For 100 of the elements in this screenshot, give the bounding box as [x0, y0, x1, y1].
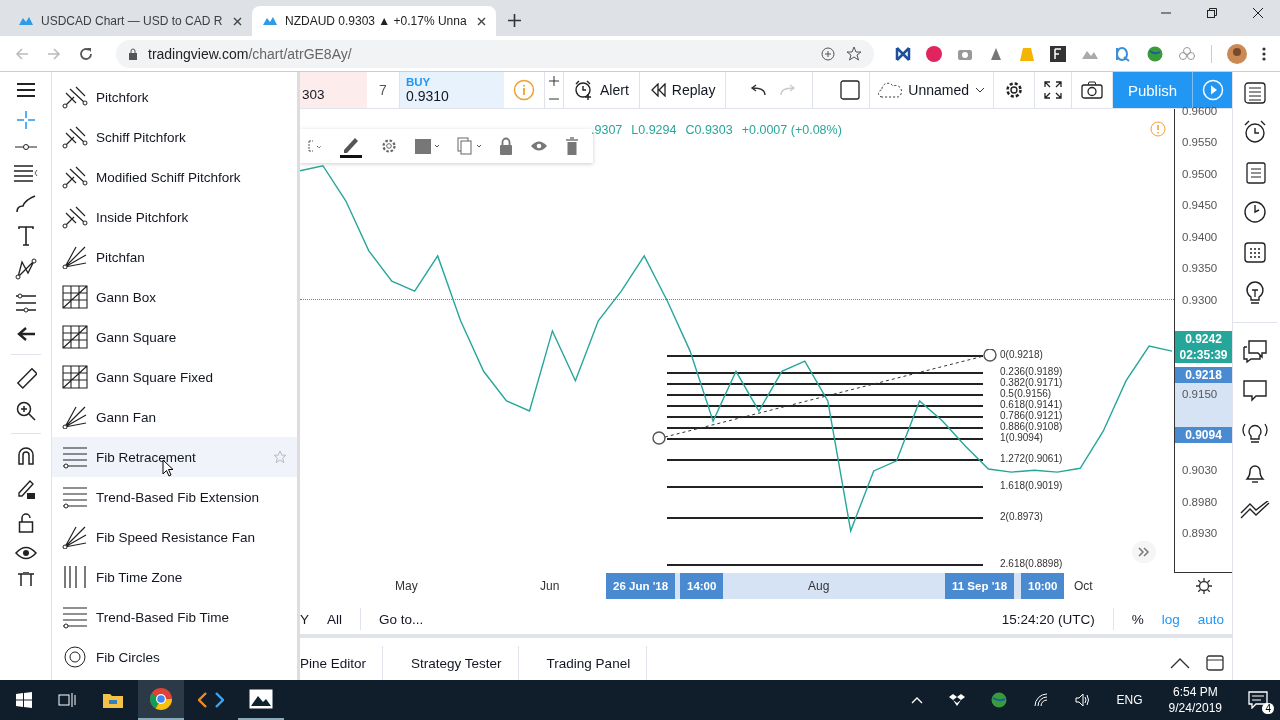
code-editor-icon[interactable]: [198, 691, 224, 709]
time-axis-label: Oct: [1074, 579, 1093, 593]
wifi-icon[interactable]: [1032, 693, 1049, 707]
globe-icon[interactable]: [990, 692, 1007, 708]
scroll-right-button[interactable]: [1132, 541, 1156, 563]
brush-icon[interactable]: [14, 194, 37, 214]
replay-button[interactable]: Replay: [639, 72, 727, 108]
time-axis-label: Aug: [808, 579, 830, 593]
menu-item[interactable]: Pitchfan: [52, 237, 297, 277]
lightbulb-icon[interactable]: [1245, 280, 1265, 306]
language-indicator[interactable]: ENG: [1116, 693, 1143, 707]
document-list-icon[interactable]: [1243, 160, 1267, 184]
plus-icon[interactable]: [549, 76, 559, 86]
folder-icon[interactable]: [102, 691, 124, 709]
chat-icon[interactable]: [1242, 379, 1268, 403]
percent-toggle[interactable]: %: [1131, 611, 1144, 627]
eye-icon[interactable]: [14, 546, 37, 560]
range-option[interactable]: All: [327, 611, 343, 627]
star-icon[interactable]: [846, 45, 862, 62]
pencil-lock-icon[interactable]: [15, 478, 36, 500]
copy-icon[interactable]: [456, 137, 483, 155]
menu-item[interactable]: Modified Schiff Pitchfork: [52, 157, 297, 197]
text-icon[interactable]: [16, 226, 35, 246]
menu-item[interactable]: Trend-Based Fib Time: [52, 597, 297, 637]
menu-item[interactable]: Fib Time Zone: [52, 557, 297, 597]
clock-icon[interactable]: [1243, 200, 1267, 224]
menu-item[interactable]: Gann Fan: [52, 397, 297, 437]
fib-level-label: 1.272(0.9061): [1000, 454, 1063, 464]
star-icon[interactable]: [273, 450, 287, 464]
menu-item[interactable]: Fib Circles: [52, 637, 297, 677]
globe-icon[interactable]: [1147, 45, 1163, 62]
ohlc-value: C0.9303: [685, 123, 733, 137]
play-button[interactable]: [1192, 72, 1232, 108]
sell-price[interactable]: 303: [300, 72, 367, 108]
time-axis-label: 10:00: [1021, 573, 1065, 599]
extension-icon[interactable]: [895, 45, 911, 62]
chevron-up-icon[interactable]: [1170, 657, 1190, 669]
alert-button[interactable]: Alert: [564, 72, 640, 108]
magnet-icon[interactable]: [15, 446, 36, 466]
task-view-icon[interactable]: [58, 692, 76, 708]
pattern-icon[interactable]: [14, 258, 37, 280]
calendar-icon[interactable]: [1243, 240, 1267, 264]
fullscreen-icon[interactable]: [1044, 81, 1062, 99]
menu-item[interactable]: Gann Square: [52, 317, 297, 357]
fib-level-line[interactable]: [667, 405, 983, 407]
maximize-icon[interactable]: [1206, 655, 1224, 671]
browser-tab-background[interactable]: USDCAD Chart — USD to CAD R: [8, 6, 252, 36]
speaker-icon[interactable]: [1074, 693, 1091, 707]
grid-icon: [62, 285, 88, 309]
undo-icon[interactable]: [750, 84, 767, 96]
browser-tab-background[interactable]: NZDAUD 0.9303 ▲ +0.17% Unna: [252, 6, 496, 36]
menu-item[interactable]: Gann Box: [52, 277, 297, 317]
buy-button[interactable]: BUY 0.9310: [400, 72, 504, 108]
square-icon[interactable]: [840, 80, 861, 100]
list-icon[interactable]: [1244, 82, 1266, 104]
camera-icon[interactable]: [1081, 81, 1103, 99]
fib-trend-line[interactable]: [652, 349, 997, 445]
alarm-clock-icon[interactable]: [1243, 120, 1267, 144]
lock-icon[interactable]: [17, 512, 34, 534]
menu-item[interactable]: Pitchfork: [52, 77, 297, 117]
restore-icon[interactable]: [1206, 7, 1218, 19]
reload-icon[interactable]: [78, 45, 94, 62]
close-icon[interactable]: [233, 16, 242, 26]
windows-start-icon[interactable]: [16, 692, 32, 708]
extension-icon[interactable]: [1050, 45, 1066, 62]
clock[interactable]: 6:54 PM 9/24/2019: [1168, 685, 1222, 715]
chat-bubbles-icon[interactable]: [1242, 339, 1268, 363]
menu-item[interactable]: Fib Speed Resistance Fan: [52, 517, 297, 557]
settings-icon[interactable]: [1003, 79, 1025, 101]
more-icon[interactable]: [1262, 45, 1266, 62]
menu-item[interactable]: Gann Square Fixed: [52, 357, 297, 397]
close-icon[interactable]: [477, 16, 486, 26]
chart-lines-icon[interactable]: [1240, 501, 1270, 521]
forecast-icon[interactable]: [13, 292, 38, 314]
fib-level-label: 0.618(0.9141): [1000, 400, 1063, 410]
menu-item[interactable]: Schiff Pitchfork: [52, 117, 297, 157]
range-option[interactable]: Y: [300, 611, 309, 627]
lines-icon[interactable]: [12, 164, 39, 182]
trend-line-icon[interactable]: [13, 142, 38, 152]
address-field[interactable]: tradingview.com/chart/atrGE8Ay/: [116, 39, 874, 68]
menu-item[interactable]: Fib Retracement: [52, 437, 297, 477]
layers-icon[interactable]: [414, 137, 441, 155]
close-icon[interactable]: [1252, 7, 1264, 19]
ruler-icon[interactable]: [14, 367, 37, 389]
menu-icon[interactable]: [15, 82, 36, 98]
new-tab-icon[interactable]: [508, 14, 521, 27]
avatar-icon[interactable]: [1227, 43, 1247, 64]
menu-item[interactable]: Trend-Based Fib Extension: [52, 477, 297, 517]
menu-item[interactable]: Inside Pitchfork: [52, 197, 297, 237]
zoom-icon[interactable]: [820, 45, 836, 62]
goto-link[interactable]: Go to...: [379, 611, 424, 627]
zoom-in-icon[interactable]: [15, 401, 36, 421]
drag-handle-icon[interactable]: [308, 139, 323, 153]
chart-name-button[interactable]: Unnamed: [870, 72, 994, 108]
back-arrow-icon[interactable]: [15, 326, 36, 342]
cloud-icon: [878, 82, 903, 98]
ohlc-value: L0.9294: [631, 123, 677, 137]
settings-icon[interactable]: [1195, 578, 1212, 594]
dropbox-icon[interactable]: [948, 693, 965, 707]
browser-taskbar-button[interactable]: [138, 680, 184, 720]
